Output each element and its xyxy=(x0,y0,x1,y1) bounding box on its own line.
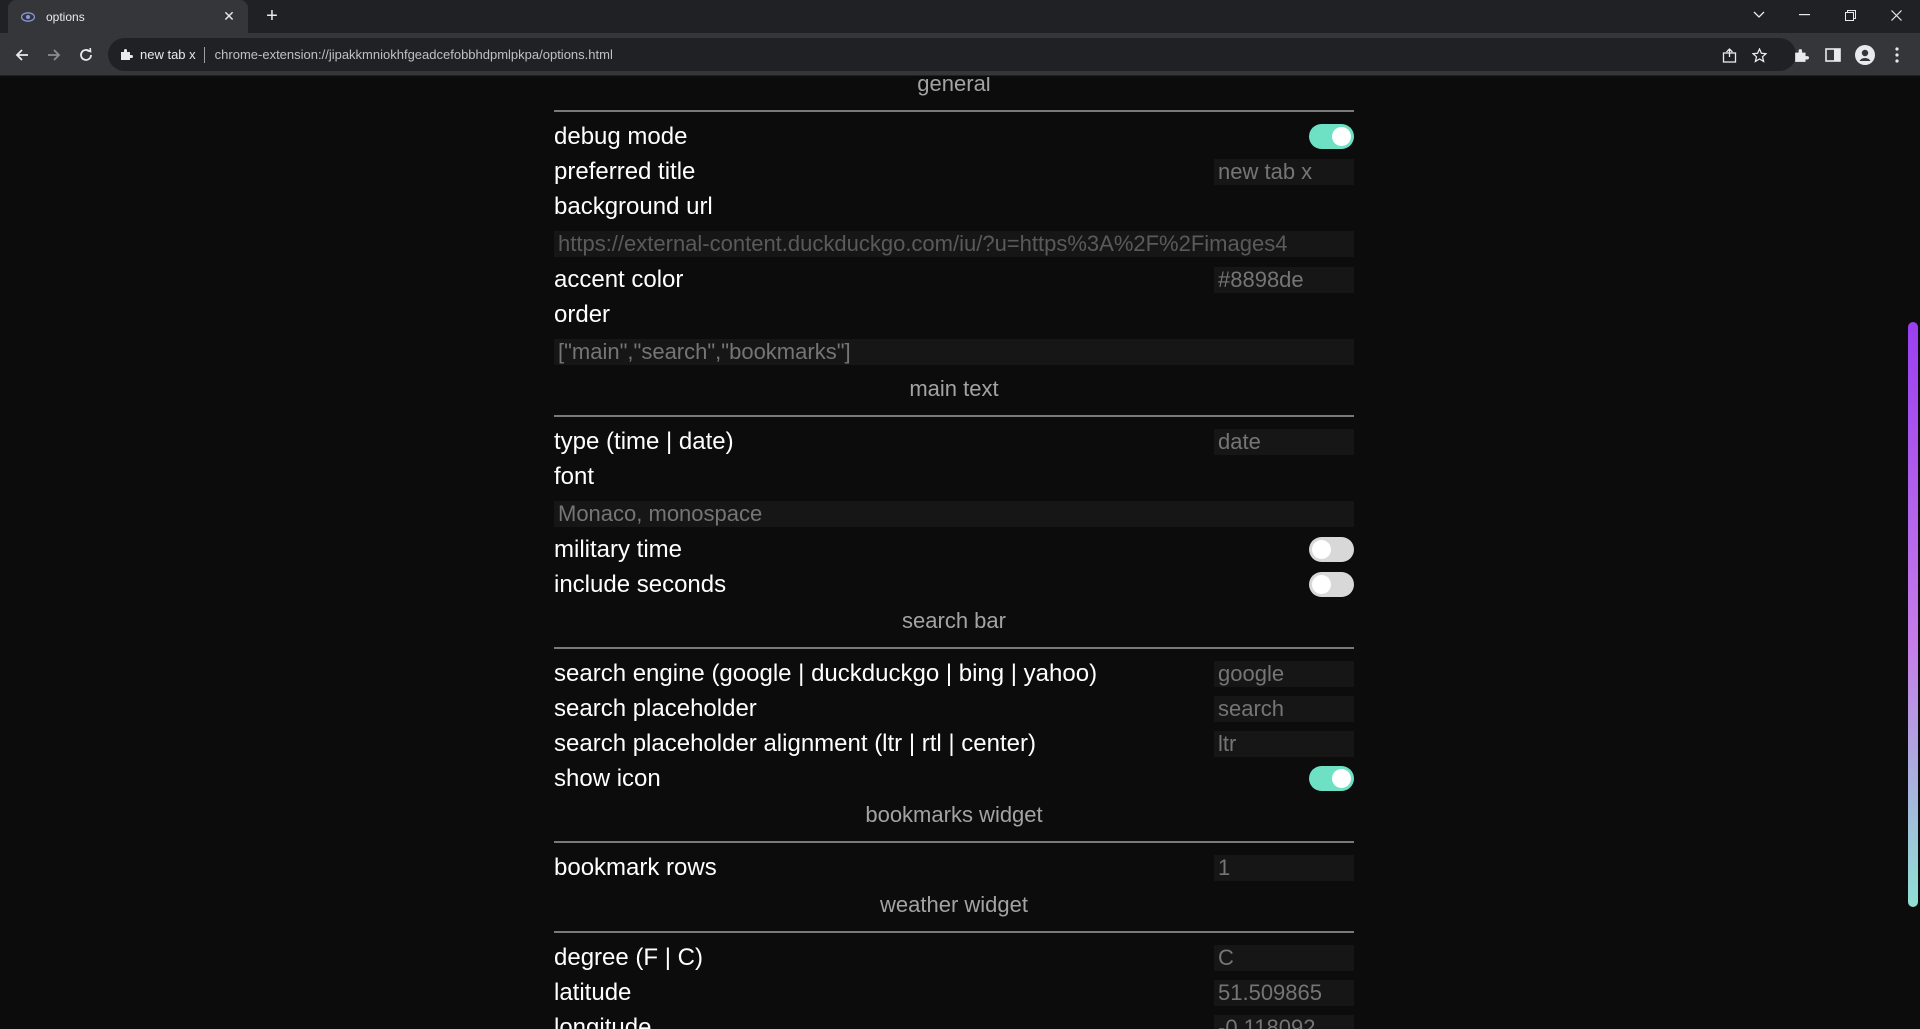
type-label: type (time | date) xyxy=(554,428,734,455)
accent-color-label: accent color xyxy=(554,266,684,293)
order-label: order xyxy=(554,301,611,328)
extension-chip-label: new tab x xyxy=(140,47,196,62)
degree-input[interactable] xyxy=(1214,945,1354,971)
kebab-menu-icon[interactable] xyxy=(1887,45,1907,65)
include-seconds-label: include seconds xyxy=(554,571,727,598)
section-heading-weather-widget: weather widget xyxy=(880,892,1028,917)
new-tab-button[interactable]: + xyxy=(260,5,284,29)
bookmark-rows-label: bookmark rows xyxy=(554,854,717,881)
options-page: general debug mode preferred title backg… xyxy=(0,77,1920,1029)
latitude-input[interactable] xyxy=(1214,980,1354,1006)
section-heading-bookmarks-widget: bookmarks widget xyxy=(865,802,1043,827)
restore-icon[interactable] xyxy=(1827,0,1873,30)
search-engine-input[interactable] xyxy=(1214,661,1354,687)
military-time-label: military time xyxy=(554,536,683,563)
debug-mode-toggle[interactable] xyxy=(1309,124,1354,149)
toggle-knob xyxy=(1332,127,1351,146)
eye-icon xyxy=(20,9,36,25)
bookmark-star-icon[interactable] xyxy=(1750,46,1768,64)
section-divider xyxy=(554,931,1354,933)
browser-toolbar: new tab x chrome-extension://jipakkmniok… xyxy=(0,33,1920,76)
order-input[interactable] xyxy=(554,339,1354,365)
profile-avatar-icon[interactable] xyxy=(1855,45,1875,65)
section-divider xyxy=(554,841,1354,843)
include-seconds-toggle[interactable] xyxy=(1309,572,1354,597)
search-placeholder-label: search placeholder xyxy=(554,695,757,722)
longitude-label: longitude xyxy=(554,1014,652,1029)
section-divider xyxy=(554,647,1354,649)
address-bar[interactable]: new tab x chrome-extension://jipakkmniok… xyxy=(108,38,1796,71)
longitude-input[interactable] xyxy=(1214,1015,1354,1029)
debug-mode-label: debug mode xyxy=(554,123,688,150)
font-label: font xyxy=(554,463,595,490)
tab-title: options xyxy=(46,9,85,24)
search-placeholder-input[interactable] xyxy=(1214,696,1354,722)
minimize-icon[interactable] xyxy=(1781,0,1827,30)
preferred-title-input[interactable] xyxy=(1214,159,1354,185)
toggle-knob xyxy=(1312,575,1331,594)
accent-color-input[interactable] xyxy=(1214,267,1354,293)
search-engine-label: search engine (google | duckduckgo | bin… xyxy=(554,660,1098,687)
side-panel-icon[interactable] xyxy=(1823,45,1843,65)
share-icon[interactable] xyxy=(1720,46,1738,64)
puzzle-icon xyxy=(120,48,133,61)
type-input[interactable] xyxy=(1214,429,1354,455)
tab-close-icon[interactable]: ✕ xyxy=(220,8,238,25)
bookmark-rows-input[interactable] xyxy=(1214,855,1354,881)
show-icon-label: show icon xyxy=(554,765,661,792)
browser-titlebar: options ✕ + xyxy=(0,0,1920,33)
degree-label: degree (F | C) xyxy=(554,944,703,971)
search-alignment-label: search placeholder alignment (ltr | rtl … xyxy=(554,730,1037,757)
font-input[interactable] xyxy=(554,501,1354,527)
toggle-knob xyxy=(1312,540,1331,559)
back-arrow-icon[interactable] xyxy=(8,41,36,69)
section-heading-search-bar: search bar xyxy=(902,608,1006,633)
search-alignment-input[interactable] xyxy=(1214,731,1354,757)
section-divider xyxy=(554,110,1354,112)
url-text: chrome-extension://jipakkmniokhfgeadcefo… xyxy=(214,47,613,62)
tab-search-icon[interactable] xyxy=(1736,0,1782,30)
extension-chip[interactable]: new tab x xyxy=(120,47,196,62)
military-time-toggle[interactable] xyxy=(1309,537,1354,562)
background-url-input[interactable]: https://external-content.duckduckgo.com/… xyxy=(554,231,1354,257)
omnibox-separator xyxy=(203,46,205,63)
section-divider xyxy=(554,415,1354,417)
section-heading-main-text: main text xyxy=(909,376,999,401)
toggle-knob xyxy=(1332,769,1351,788)
extensions-icon[interactable] xyxy=(1791,45,1811,65)
forward-arrow-icon[interactable] xyxy=(40,41,68,69)
latitude-label: latitude xyxy=(554,979,632,1006)
background-url-label: background url xyxy=(554,193,713,220)
preferred-title-label: preferred title xyxy=(554,158,696,185)
reload-icon[interactable] xyxy=(72,41,100,69)
section-heading-general: general xyxy=(917,77,991,96)
close-window-icon[interactable] xyxy=(1873,0,1919,30)
tab-options[interactable]: options ✕ xyxy=(8,0,248,33)
scrollbar-thumb[interactable] xyxy=(1908,322,1918,907)
show-icon-toggle[interactable] xyxy=(1309,766,1354,791)
